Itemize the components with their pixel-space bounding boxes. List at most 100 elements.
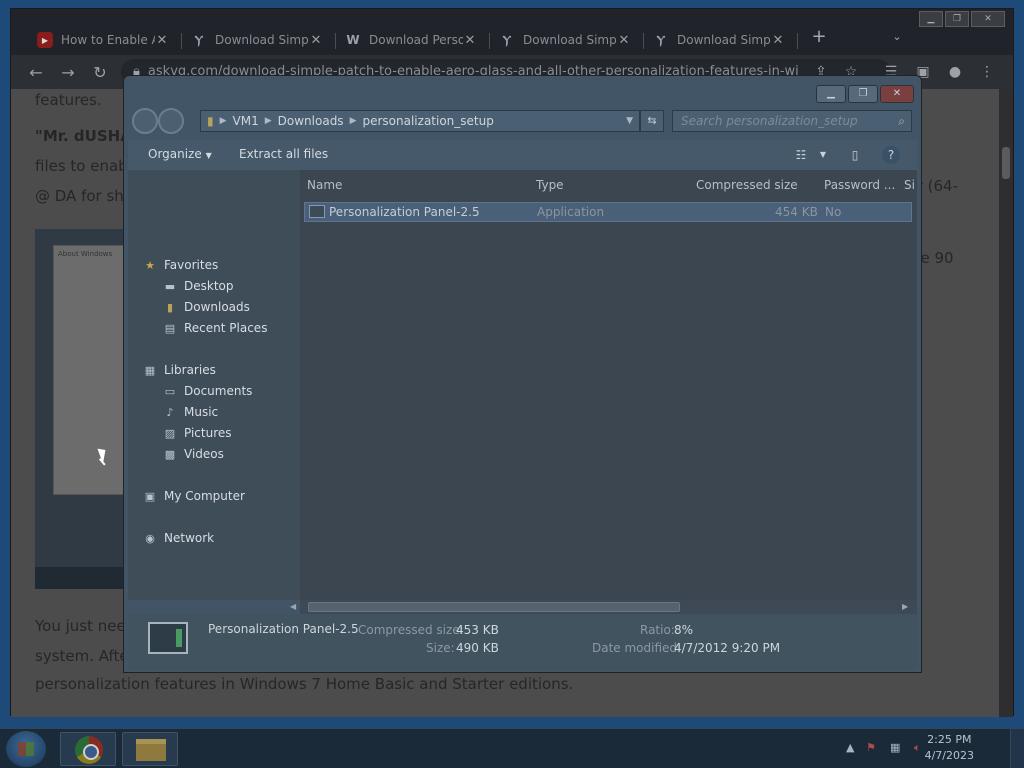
nav-label: Downloads [184,300,250,314]
details-modified-label: Date modified: [592,641,682,655]
profile-icon[interactable]: ● [945,62,965,82]
chevron-down-icon[interactable]: ▼ [626,116,633,126]
nav-label: Desktop [184,279,234,293]
nav-documents[interactable]: ▭ Documents [162,382,253,400]
extract-all-files-button[interactable]: Extract all files [239,147,328,161]
column-header-name[interactable]: Name [307,178,342,192]
table-row[interactable]: Personalization Panel-2.5 Application 45… [304,202,912,222]
desktop-icon: ▬ [164,279,176,293]
shot-caption: About Windows [58,250,113,258]
maximize-icon[interactable]: ❐ [945,11,969,27]
column-header-compressed-size[interactable]: Compressed size [696,178,798,192]
chevron-right-icon[interactable]: ▶ [220,116,227,126]
taskbar-chrome-button[interactable] [60,732,116,766]
scroll-left-arrow-icon[interactable]: ◀ [290,600,296,614]
file-password: No [825,205,842,219]
nav-desktop[interactable]: ▬ Desktop [162,277,234,295]
column-header-password[interactable]: Password ... [824,178,895,192]
forward-arrow-icon[interactable]: → [57,62,79,84]
pictures-icon: ▨ [164,426,176,440]
search-input[interactable]: Search personalization_setup ⌕ [672,110,912,132]
tab-youtube[interactable]: ▶ How to Enable A ✕ [27,25,179,55]
minimize-icon[interactable]: ▁ [919,11,943,27]
chevron-right-icon[interactable]: ▶ [265,116,272,126]
preview-pane-icon[interactable]: ▯ [846,146,864,164]
horizontal-scrollbar[interactable]: ◀ ▶ [290,600,917,614]
reload-icon[interactable]: ↻ [89,62,111,84]
breadcrumb-personalization-setup[interactable]: personalization_setup [362,114,493,128]
details-ratio-label: Ratio: [640,623,675,637]
videos-icon: ▩ [164,447,176,461]
nav-label: Favorites [164,258,219,272]
maximize-icon[interactable]: ❐ [848,85,878,103]
scroll-right-arrow-icon[interactable]: ▶ [902,600,908,614]
tab-askvg-2[interactable]: Ⲩ Download Simp ✕ [489,25,641,55]
tab-close-icon[interactable]: ✕ [771,33,785,48]
system-clock[interactable]: 2:25 PM 4/7/2023 [925,732,974,764]
nav-downloads[interactable]: ▮ Downloads [162,298,250,316]
nav-pictures[interactable]: ▨ Pictures [162,424,232,442]
nav-favorites[interactable]: ★ Favorites [142,256,218,274]
view-options-icon[interactable]: ☷ [792,146,810,164]
details-pane: Personalization Panel-2.5 Compressed siz… [128,614,917,670]
downloads-icon: ▮ [166,300,174,314]
refresh-icon[interactable]: ⇆ [640,110,664,132]
navigation-pane: ★ Favorites ▬ Desktop ▮ Downloads ▤ Recent P… [128,170,300,600]
askvg-icon: Ⲩ [502,32,512,47]
tab-close-icon[interactable]: ✕ [463,33,477,48]
documents-icon: ▭ [164,384,176,398]
show-desktop-button[interactable] [1010,729,1024,768]
volume-muted-icon[interactable]: 🔈︎ [914,741,921,755]
explorer-address-bar[interactable]: ▮ ▶ VM1 ▶ Downloads ▶ personalization_se… [200,110,640,132]
scrollbar-thumb[interactable] [308,602,680,612]
close-icon[interactable]: ✕ [880,85,914,103]
help-icon[interactable]: ? [882,146,900,164]
organize-button[interactable]: Organize ▼ [148,147,212,161]
chrome-icon [75,736,103,764]
application-thumbnail-icon [148,622,188,654]
start-button[interactable] [6,731,46,767]
nav-label: Recent Places [184,321,268,335]
computer-icon: ▣ [144,489,156,503]
libraries-icon: ▦ [144,363,156,377]
tab-askvg-1[interactable]: Ⲩ Download Simp ✕ [181,25,333,55]
back-arrow-icon[interactable]: ← [25,62,47,84]
tab-askvg-3[interactable]: Ⲩ Download Simp ✕ [643,25,795,55]
chevron-down-icon[interactable]: ▼ [814,146,832,164]
details-file-name: Personalization Panel-2.5 [208,622,359,636]
minimize-icon[interactable]: ▁ [816,85,846,103]
close-icon[interactable]: ✕ [971,11,1005,27]
nav-music[interactable]: ♪ Music [162,403,218,421]
page-scrollbar[interactable] [999,89,1013,717]
nav-libraries[interactable]: ▦ Libraries [142,361,216,379]
tab-search-chevron-icon[interactable]: ⌄ [887,27,907,47]
show-hidden-icons-icon[interactable]: ▲ [846,741,854,754]
explorer-titlebar[interactable]: ▁ ❐ ✕ [124,76,921,106]
file-list: Name Type Compressed size Password ... S… [300,170,917,600]
network-tray-icon[interactable]: ▦ [890,741,900,754]
tab-close-icon[interactable]: ✕ [155,33,169,48]
forward-button[interactable] [158,108,184,134]
nav-my-computer[interactable]: ▣ My Computer [142,487,245,505]
menu-kebab-icon[interactable]: ⋮ [977,62,997,82]
column-header-type[interactable]: Type [536,178,564,192]
tab-close-icon[interactable]: ✕ [309,33,323,48]
tab-close-icon[interactable]: ✕ [617,33,631,48]
details-ratio-value: 8% [674,623,694,637]
nav-videos[interactable]: ▩ Videos [162,445,224,463]
breadcrumb-downloads[interactable]: Downloads [278,114,344,128]
file-name: Personalization Panel-2.5 [329,205,480,219]
scrollbar-thumb[interactable] [1002,147,1010,179]
taskbar-explorer-button[interactable] [122,732,178,766]
nav-network[interactable]: ◉ Network [142,529,214,547]
tab-wikipedia[interactable]: W Download Perso ✕ [335,25,487,55]
star-icon: ★ [145,258,155,272]
new-tab-button[interactable]: + [809,27,829,47]
chevron-right-icon[interactable]: ▶ [350,116,357,126]
column-header-size[interactable]: Si [904,178,915,192]
clock-time: 2:25 PM [927,733,972,746]
action-center-flag-icon[interactable]: ⚑ [866,741,876,754]
breadcrumb-vm1[interactable]: VM1 [233,114,259,128]
back-button[interactable] [132,108,158,134]
nav-recent-places[interactable]: ▤ Recent Places [162,319,268,337]
